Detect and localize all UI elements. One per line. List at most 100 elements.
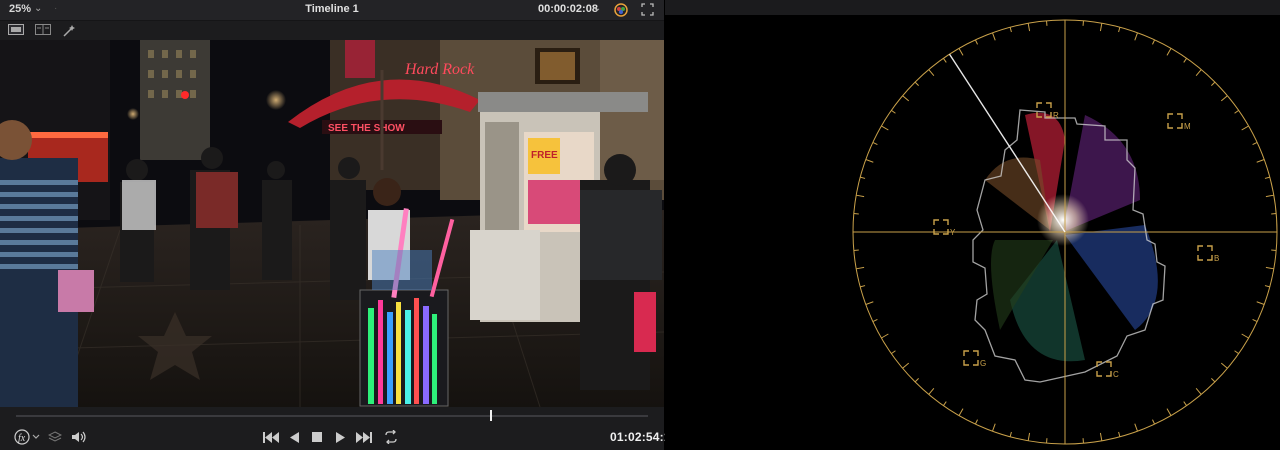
split-viewer-icon[interactable]: [35, 24, 51, 35]
scope-tick: [1118, 27, 1121, 33]
scope-tick: [1256, 159, 1265, 163]
skip-end-icon[interactable]: [356, 432, 372, 443]
scope-tick: [1264, 285, 1270, 288]
scope-tick: [1195, 69, 1202, 77]
scope-tick: [992, 423, 996, 432]
scope-tick: [881, 333, 889, 339]
scope-tick: [1252, 319, 1258, 323]
play-icon[interactable]: [336, 432, 345, 443]
loop-icon[interactable]: [383, 430, 399, 444]
transport-controls: fx 01:02:54:1: [0, 425, 671, 450]
scope-tick: [1265, 194, 1274, 198]
target-y: Y: [933, 219, 956, 237]
fullscreen-icon[interactable]: [641, 3, 654, 16]
target-label: B: [1214, 254, 1219, 263]
scope-tick: [1134, 32, 1138, 41]
layers-icon[interactable]: [48, 431, 62, 443]
scope-tick: [1195, 387, 1202, 395]
video-frame[interactable]: Hard Rock SEE THE SHOW FREE: [0, 40, 664, 407]
scope-tick: [1027, 432, 1031, 441]
timeline-scrubber[interactable]: [0, 407, 664, 425]
scope-tick: [1099, 23, 1103, 32]
stop-icon[interactable]: [312, 432, 322, 442]
scope-tick: [992, 32, 996, 41]
scope-tick: [856, 194, 865, 198]
scope-tick: [1234, 109, 1239, 114]
scope-tick: [1152, 419, 1156, 425]
scrubber-track[interactable]: [16, 415, 648, 417]
single-viewer-icon[interactable]: [8, 24, 24, 35]
scope-tick: [1234, 350, 1239, 355]
scope-tick: [1241, 333, 1249, 339]
scope-tick: [1118, 431, 1121, 437]
scope-tick: [856, 266, 865, 270]
target-label: G: [980, 359, 986, 368]
scope-tick: [974, 39, 978, 45]
scope-tick: [1152, 39, 1156, 45]
target-label: C: [1113, 370, 1119, 379]
scope-tick: [1166, 408, 1172, 416]
source-timecode[interactable]: 00:00:02:08: [538, 3, 598, 15]
target-b: B: [1197, 245, 1219, 263]
scope-tick: [891, 109, 896, 114]
scope-tick: [974, 419, 978, 425]
graticule: [852, 19, 1278, 445]
target-label: M: [1184, 122, 1191, 131]
scope-tick: [1211, 378, 1216, 383]
scope-tick: [860, 176, 866, 179]
scope-tick: [1256, 301, 1265, 305]
scope-tick: [881, 125, 889, 131]
scope-tick: [1183, 401, 1188, 406]
scope-tick: [928, 387, 935, 395]
vectorscope-panel: R M B C G Y: [665, 0, 1280, 450]
scope-tick: [1099, 432, 1103, 441]
scope-tick: [1183, 58, 1188, 63]
scope-tick: [1009, 431, 1012, 437]
skip-start-icon[interactable]: [263, 432, 279, 443]
scope-tick: [1027, 23, 1031, 32]
scope-tick: [928, 69, 935, 77]
target-label: R: [1053, 111, 1059, 120]
scope-tick: [865, 301, 874, 305]
viewer-toolbar: [0, 21, 664, 40]
viewer-panel: 25% ⌄ · Timeline 1 00:00:02:08 ⌄ Hard Ro…: [0, 0, 671, 450]
scope-tick: [872, 319, 878, 323]
chevron-down-icon[interactable]: ⌄: [593, 3, 601, 14]
scope-tick: [1009, 27, 1012, 33]
scope-tick: [1211, 81, 1216, 86]
scope-tick: [1265, 266, 1274, 270]
scope-tick: [1134, 423, 1138, 432]
see-the-show-sign: SEE THE SHOW: [328, 123, 405, 134]
magic-wand-icon[interactable]: [62, 24, 76, 37]
scope-tick: [1241, 125, 1249, 131]
target-m: M: [1167, 113, 1191, 131]
scope-tick: [891, 350, 896, 355]
scope-tick: [1252, 141, 1258, 145]
free-poster-text: FREE: [531, 150, 558, 161]
volume-icon[interactable]: [71, 431, 87, 443]
scope-tick: [1264, 176, 1270, 179]
color-scope-icon[interactable]: [613, 2, 629, 18]
scope-tick: [942, 401, 947, 406]
scope-tick: [902, 95, 910, 102]
scope-tick: [860, 285, 866, 288]
scope-tick: [872, 141, 878, 145]
scope-tick: [942, 58, 947, 63]
scope-tick: [958, 48, 964, 56]
fx-icon[interactable]: fx: [14, 429, 42, 445]
record-timecode: 01:02:54:1: [610, 430, 671, 444]
scope-tick: [1166, 48, 1172, 56]
play-reverse-icon[interactable]: [290, 432, 299, 443]
svg-text:fx: fx: [18, 433, 26, 444]
scope-tick: [1220, 362, 1228, 369]
target-label: Y: [950, 228, 956, 237]
scope-tick: [865, 159, 874, 163]
hard-rock-sign: Hard Rock: [404, 61, 475, 78]
scope-tick: [902, 362, 910, 369]
scope-tick: [1220, 95, 1228, 102]
viewer-header: 25% ⌄ · Timeline 1 00:00:02:08 ⌄: [0, 0, 664, 21]
playhead[interactable]: [490, 410, 492, 421]
scope-tick: [914, 378, 919, 383]
scope-tick: [914, 81, 919, 86]
target-g: G: [963, 350, 986, 368]
